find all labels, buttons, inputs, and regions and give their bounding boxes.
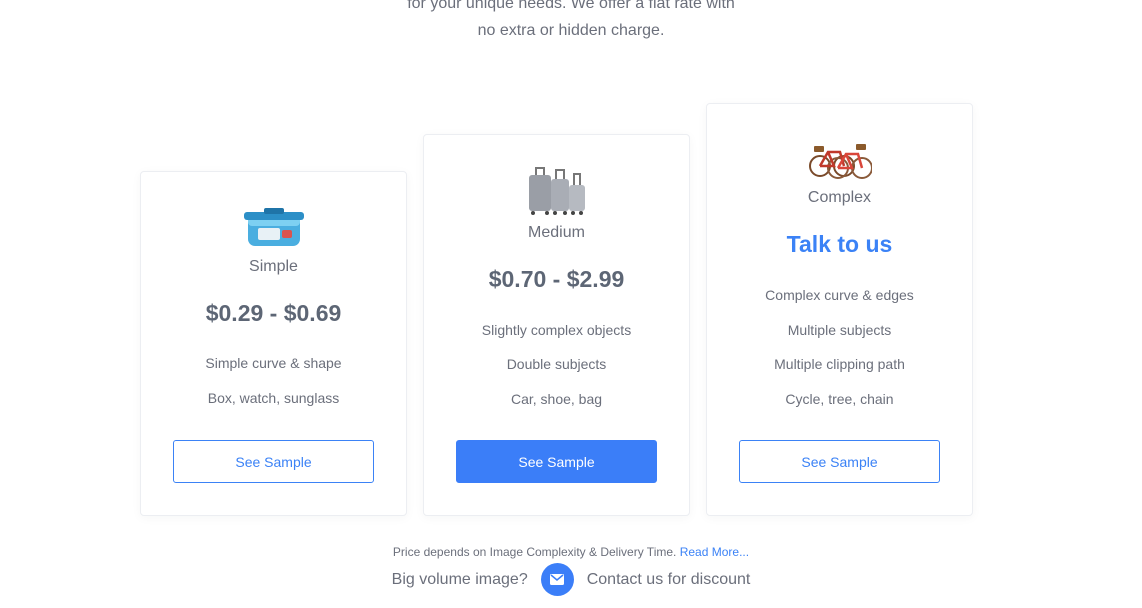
tier-name: Simple — [249, 258, 298, 275]
read-more-link[interactable]: Read More... — [680, 545, 749, 559]
envelope-icon[interactable] — [540, 563, 574, 596]
tier-name: Medium — [528, 224, 585, 241]
talk-to-us-label: Talk to us — [786, 231, 893, 257]
see-sample-button[interactable]: See Sample — [739, 440, 940, 483]
price-note: Price depends on Image Complexity & Deli… — [0, 545, 1142, 559]
pricing-card-simple: Simple $0.29 - $0.69 Simple curve & shap… — [140, 171, 407, 516]
feature-item: Complex curve & edges — [765, 287, 914, 303]
feature-item: Slightly complex objects — [481, 322, 632, 338]
pricing-card-medium: Medium $0.70 - $2.99 Slightly complex ob… — [423, 134, 690, 516]
feature-item: Simple curve & shape — [205, 355, 342, 371]
feature-item: Cycle, tree, chain — [785, 391, 894, 407]
feature-item: Car, shoe, bag — [510, 391, 603, 407]
feature-item: Double subjects — [506, 356, 607, 372]
feature-item: Multiple clipping path — [774, 356, 905, 372]
pricing-card-complex: Complex Talk to us Complex curve & edges… — [706, 103, 973, 516]
intro-line-1: for your unique needs. We offer a flat r… — [407, 0, 735, 12]
volume-contact: Big volume image? Contact us for discoun… — [0, 563, 1142, 596]
price: $0.70 - $2.99 — [488, 266, 625, 292]
food-container-icon — [141, 202, 406, 250]
intro-line-2: no extra or hidden charge. — [477, 22, 665, 39]
price-note-text: Price depends on Image Complexity & Deli… — [392, 545, 677, 559]
intro-text: for your unique needs. We offer a flat r… — [0, 0, 1142, 44]
luggage-icon — [424, 165, 689, 215]
see-sample-button[interactable]: See Sample — [456, 440, 657, 483]
volume-text: Big volume image? — [391, 570, 528, 588]
tier-name: Complex — [807, 189, 872, 206]
bicycles-icon — [707, 134, 972, 180]
see-sample-button[interactable]: See Sample — [173, 440, 374, 483]
price: $0.29 - $0.69 — [205, 300, 342, 326]
feature-item: Box, watch, sunglass — [207, 390, 340, 406]
feature-item: Multiple subjects — [787, 322, 892, 338]
contact-text[interactable]: Contact us for discount — [587, 571, 751, 589]
